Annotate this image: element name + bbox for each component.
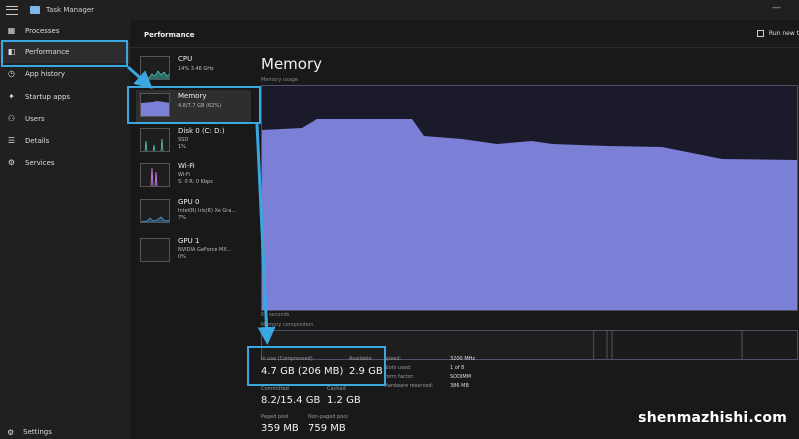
resource-item-gpu0[interactable]: GPU 0 Intel(R) Iris(R) Xe Gra... 7% <box>136 196 251 229</box>
run-new-task-label: Run new t <box>768 30 799 37</box>
wifi-thumbnail-graph <box>150 167 158 186</box>
sidebar-item-details[interactable]: ☰ Details <box>0 130 130 152</box>
task-manager-icon <box>30 6 40 14</box>
spec-hw-reserved-label: Hardware reserved: <box>384 383 434 389</box>
sidebar-item-services[interactable]: ⚙ Services <box>0 152 130 174</box>
highlight-box-in-use <box>247 346 386 386</box>
startup-icon: ✦ <box>8 92 15 101</box>
highlight-box-memory <box>127 86 261 124</box>
resource-detail-2: 7% <box>178 215 186 221</box>
disk-thumbnail-graph <box>144 138 164 151</box>
sidebar-item-startup-apps[interactable]: ✦ Startup apps <box>0 86 130 108</box>
paged-pool-label: Paged pool <box>261 414 289 420</box>
sidebar-item-processes[interactable]: ▦ Processes <box>0 20 130 42</box>
resource-item-cpu[interactable]: CPU 14% 3.46 GHz <box>136 53 251 86</box>
spec-hw-reserved-value: 386 MB <box>450 383 469 389</box>
spec-speed-value: 3200 MHz <box>450 356 476 362</box>
sidebar-item-label: Details <box>25 137 50 145</box>
cached-label: Cached <box>327 386 346 392</box>
spec-slots-value: 1 of 8 <box>450 365 465 371</box>
sidebar-item-users[interactable]: ⚇ Users <box>0 108 130 130</box>
resource-detail: Wi-Fi <box>178 172 190 178</box>
spec-form-factor-value: SODIMM <box>450 374 472 380</box>
memory-usage-area <box>262 119 797 310</box>
sidebar-item-label: App history <box>25 70 65 78</box>
highlight-box-performance <box>1 40 128 67</box>
window-title: Task Manager <box>46 6 95 14</box>
resource-name: Wi-Fi <box>178 162 195 170</box>
resource-name: GPU 0 <box>178 198 200 206</box>
app-history-icon: ◷ <box>8 69 15 78</box>
sidebar-item-label: Services <box>25 159 55 167</box>
resource-detail: NVIDIA GeForce MX... <box>178 247 232 253</box>
users-icon: ⚇ <box>7 114 16 123</box>
resource-detail-2: 1% <box>178 144 186 150</box>
spec-form-factor-label: Form factor: <box>384 374 415 380</box>
resource-item-wifi[interactable]: Wi-Fi Wi-Fi S: 0 R: 0 Kbps <box>136 160 251 193</box>
non-paged-pool-label: Non-paged pool <box>308 414 348 420</box>
spec-speed-label: Speed: <box>384 356 402 362</box>
detail-title: Memory <box>261 55 323 73</box>
memory-usage-graph <box>261 85 798 311</box>
graph-time-label: 60 seconds <box>261 312 290 318</box>
resource-detail: 14% 3.46 GHz <box>178 66 214 72</box>
disk-thumbnail <box>140 128 170 152</box>
resource-item-disk[interactable]: Disk 0 (C: D:) SSD 1% <box>136 125 251 158</box>
main-panel: Performance Run new t CPU 14% 3.46 GHz M… <box>130 20 799 439</box>
resource-detail-2: 0% <box>178 254 186 260</box>
minimize-icon[interactable]: — <box>772 3 781 13</box>
non-paged-pool-value: 759 MB <box>308 423 346 434</box>
gpu0-thumbnail-graph <box>141 216 169 222</box>
resource-detail-2: S: 0 R: 0 Kbps <box>178 179 213 185</box>
title-bar: Task Manager — <box>0 0 799 20</box>
header-divider <box>130 47 799 48</box>
sidebar-item-settings[interactable]: ⚙ Settings <box>0 425 130 439</box>
resource-name: CPU <box>178 55 193 63</box>
gear-icon: ⚙ <box>7 427 15 437</box>
resource-name: Disk 0 (C: D:) <box>178 127 225 135</box>
committed-value: 8.2/15.4 GB <box>261 395 321 406</box>
sidebar-item-label: Users <box>25 115 45 123</box>
memory-usage-label: Memory usage <box>261 77 299 83</box>
watermark-text: shenmazhishi.com <box>638 410 787 426</box>
sidebar-item-label: Processes <box>25 27 60 35</box>
run-new-task-button[interactable]: Run new t <box>756 30 799 37</box>
wifi-thumbnail <box>140 163 170 187</box>
hamburger-icon[interactable] <box>6 5 18 15</box>
page-title: Performance <box>144 31 195 39</box>
resource-item-gpu1[interactable]: GPU 1 NVIDIA GeForce MX... 0% <box>136 235 251 268</box>
sidebar: ▦ Processes ◧ Performance ◷ App history … <box>0 20 130 439</box>
spec-slots-label: Slots used: <box>384 365 412 371</box>
cached-value: 1.2 GB <box>327 395 361 406</box>
sidebar-item-label: Settings <box>23 428 52 436</box>
run-task-icon <box>756 30 764 37</box>
sidebar-item-label: Startup apps <box>25 93 71 101</box>
cpu-thumbnail <box>140 56 170 80</box>
committed-label: Committed <box>261 386 289 392</box>
resource-name: GPU 1 <box>178 237 200 245</box>
resource-detail: Intel(R) Iris(R) Xe Gra... <box>178 208 237 214</box>
paged-pool-value: 359 MB <box>261 423 299 434</box>
details-icon: ☰ <box>7 136 16 145</box>
gpu0-thumbnail <box>140 199 170 223</box>
resource-detail: SSD <box>178 137 189 143</box>
memory-composition-label: Memory composition <box>261 322 314 328</box>
services-icon: ⚙ <box>7 158 16 167</box>
task-manager-window: Task Manager — ▦ Processes ◧ Performance… <box>0 0 799 439</box>
processes-icon: ▦ <box>7 26 16 35</box>
gpu1-thumbnail <box>140 238 170 262</box>
cpu-thumbnail-graph <box>141 70 169 79</box>
